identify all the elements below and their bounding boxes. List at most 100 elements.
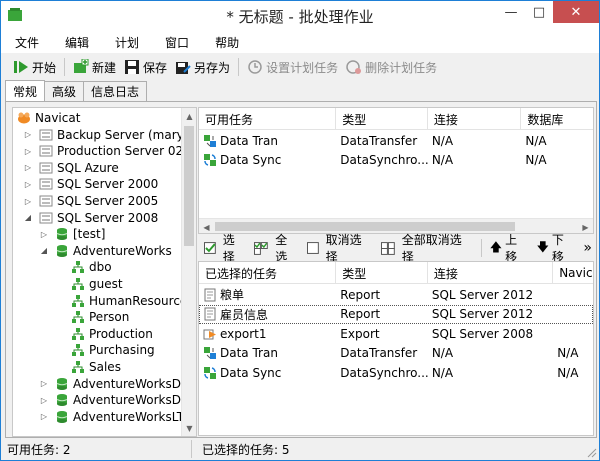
tree-node[interactable]: ▷ SQL Server 2005 [23, 193, 158, 209]
tree-node[interactable]: ▷ SQL Azure [23, 160, 119, 176]
tab-message-log[interactable]: 信息日志 [83, 81, 148, 101]
tree-node[interactable]: ▷ AdventureWorksLT [39, 409, 184, 425]
expanded-arrow-icon[interactable]: ◢ [39, 246, 49, 255]
collapsed-arrow-icon[interactable]: ▷ [39, 379, 49, 388]
deselect-all-button[interactable]: 全部取消选择 [377, 233, 477, 264]
tree-node[interactable]: Sales [55, 359, 121, 375]
menu-help[interactable]: 帮助 [201, 34, 251, 51]
col-database[interactable]: 数据库 [521, 108, 593, 130]
menu-edit[interactable]: 编辑 [51, 34, 101, 51]
deselect-all-icon [380, 241, 395, 255]
tree-node-label: Production Server 02 (m [57, 144, 197, 159]
available-tasks-grid[interactable]: 可用任务 类型 连接 数据库 Data Tran DataTransfer N/A N… [198, 107, 594, 234]
tree-scrollbar[interactable]: ▲ ▼ [181, 108, 196, 436]
resize-grip-icon[interactable] [587, 448, 597, 458]
tree-node[interactable]: Person [55, 309, 129, 325]
scroll-up-arrow[interactable]: ▲ [182, 108, 196, 124]
play-icon [14, 61, 28, 73]
tree-node[interactable]: Navicat [17, 110, 80, 126]
tab-advanced[interactable]: 高级 [44, 81, 85, 101]
select-all-button[interactable]: 全选 [250, 233, 302, 264]
tree-node[interactable]: ▷ Production Server 02 (m [23, 143, 197, 159]
menu-window[interactable]: 窗口 [151, 34, 201, 51]
col-navicat[interactable]: Navica [553, 262, 593, 284]
tree-node[interactable]: ◢ SQL Server 2008 [23, 210, 158, 226]
more-actions-button[interactable]: » [579, 237, 596, 259]
move-up-button[interactable]: 🡅 上移 [486, 233, 533, 264]
scroll-left-arrow[interactable]: ◀ [199, 219, 214, 233]
save-icon [125, 60, 140, 74]
cell-type: Report [340, 287, 381, 302]
menu-schedule[interactable]: 计划 [101, 34, 151, 51]
tree-node[interactable]: Production [55, 326, 153, 342]
selected-tasks-grid[interactable]: 已选择的任务 类型 连接 Navica 粮单 Report SQL Server 2… [198, 261, 594, 436]
scroll-right-arrow[interactable]: ▶ [578, 219, 593, 233]
tree-node[interactable]: HumanResources [55, 293, 194, 309]
tree-node[interactable]: ▷ [test] [39, 226, 106, 242]
table-row[interactable]: 粮单 Report SQL Server 2012 [199, 285, 593, 304]
collapsed-arrow-icon[interactable]: ▷ [39, 412, 49, 421]
available-hscroll[interactable]: ◀ ▶ [199, 218, 593, 233]
table-row[interactable]: 雇员信息 Report SQL Server 2012 [199, 304, 593, 324]
move-down-button[interactable]: 🡇 下移 [533, 233, 580, 264]
table-row[interactable]: Data Sync DataSynchro... N/A N/A [199, 151, 593, 170]
scroll-thumb[interactable] [184, 126, 194, 246]
save-as-label: 另存为 [194, 60, 231, 75]
tree-node[interactable]: ▷ Backup Server (marybr [23, 127, 196, 143]
close-button[interactable]: ✕ [553, 1, 599, 23]
tree-node[interactable]: ▷ AdventureWorksDW [39, 392, 193, 408]
select-button[interactable]: 选择 [200, 233, 250, 264]
delete-schedule-button[interactable]: 删除计划任务 [342, 56, 441, 78]
set-schedule-button[interactable]: 设置计划任务 [243, 56, 342, 78]
available-count: 可用任务: 2 [7, 442, 71, 457]
collapsed-arrow-icon[interactable]: ▷ [23, 163, 33, 172]
hscroll-thumb[interactable] [215, 222, 515, 231]
tab-general[interactable]: 常规 [5, 80, 46, 101]
tree-node[interactable]: Purchasing [55, 342, 155, 358]
collapsed-arrow-icon[interactable]: ▷ [23, 130, 33, 139]
server-icon [39, 162, 53, 174]
collapsed-arrow-icon[interactable]: ▷ [23, 197, 33, 206]
cell-type: DataSynchro... [340, 153, 428, 167]
start-button[interactable]: 开始 [9, 56, 60, 78]
col-connection[interactable]: 连接 [428, 108, 522, 130]
minimize-button[interactable]: — [497, 1, 525, 23]
server-icon [39, 178, 53, 190]
tree-node[interactable]: ▷ AdventureWorksDW [39, 376, 193, 392]
col-selected-task[interactable]: 已选择的任务 [199, 262, 337, 284]
database-icon [56, 394, 68, 407]
connection-tree[interactable]: Navicat ▷ Backup Server (marybr ▷ Production… [12, 107, 197, 437]
database-icon [56, 377, 68, 390]
table-row[interactable]: Data Sync DataSynchro... N/A N/A [199, 363, 593, 382]
collapsed-arrow-icon[interactable]: ▷ [23, 147, 33, 156]
save-as-icon [176, 62, 191, 74]
col-connection[interactable]: 连接 [428, 262, 554, 284]
menu-file[interactable]: 文件 [1, 34, 51, 51]
col-type[interactable]: 类型 [336, 108, 428, 130]
tree-node[interactable]: dbo [55, 259, 112, 275]
scroll-down-arrow[interactable]: ▼ [182, 420, 196, 436]
expanded-arrow-icon[interactable]: ◢ [23, 213, 33, 222]
collapsed-arrow-icon[interactable]: ▷ [23, 180, 33, 189]
save-button[interactable]: 保存 [120, 56, 171, 78]
select-label: 选择 [222, 233, 235, 264]
collapsed-arrow-icon[interactable]: ▷ [39, 230, 49, 239]
cell-type: Report [340, 307, 381, 321]
cell-db [553, 305, 593, 324]
save-label: 保存 [143, 60, 168, 75]
schema-icon [72, 311, 84, 324]
selected-tasks-header: 已选择的任务 类型 连接 Navica [199, 262, 593, 284]
table-row[interactable]: Data Tran DataTransfer N/A N/A [199, 344, 593, 363]
tree-node[interactable]: ◢ AdventureWorks [39, 243, 172, 259]
maximize-button[interactable]: □ [525, 1, 553, 23]
col-type[interactable]: 类型 [336, 262, 428, 284]
tree-node[interactable]: guest [55, 276, 123, 292]
table-row[interactable]: Data Tran DataTransfer N/A N/A [199, 131, 593, 150]
deselect-button[interactable]: 取消选择 [303, 233, 377, 264]
col-available-task[interactable]: 可用任务 [199, 108, 337, 130]
tree-node[interactable]: ▷ SQL Server 2000 [23, 176, 158, 192]
collapsed-arrow-icon[interactable]: ▷ [39, 396, 49, 405]
new-button[interactable]: 新建 [69, 56, 120, 78]
save-as-button[interactable]: 另存为 [171, 56, 234, 78]
table-row[interactable]: export1 Export SQL Server 2008 [199, 324, 593, 343]
